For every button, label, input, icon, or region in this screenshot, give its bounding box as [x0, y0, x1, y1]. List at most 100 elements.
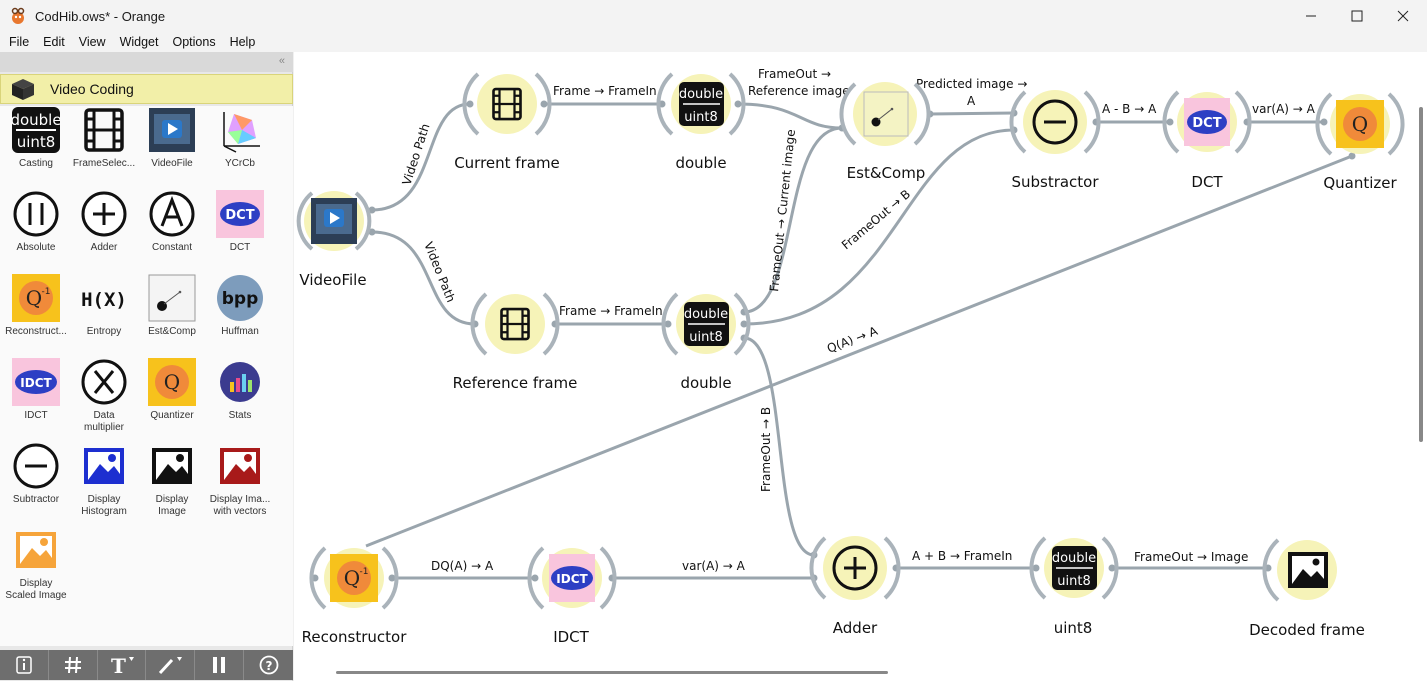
idct-icon: IDCT [12, 358, 60, 406]
icon-text: IDCT [556, 572, 588, 586]
node-dct[interactable]: DCT DCT [1162, 90, 1252, 191]
link-double-adder[interactable] [743, 336, 815, 557]
widget-display-scaled[interactable]: Display Scaled Image [2, 526, 70, 602]
minus-icon [13, 443, 59, 489]
widget-huffman[interactable]: bpp Huffman [206, 274, 274, 338]
widget-entropy[interactable]: H(X) Entropy [70, 274, 138, 338]
node-title: Substractor [1011, 173, 1099, 191]
widget-estcomp[interactable]: Est&Comp [138, 274, 206, 338]
node-quantizer[interactable]: Q Quantizer [1315, 92, 1405, 192]
menu-options[interactable]: Options [172, 35, 215, 49]
widget-casting[interactable]: double uint8 Casting [2, 106, 70, 170]
display-histogram-icon [84, 448, 124, 484]
maximize-button[interactable] [1334, 0, 1380, 32]
widget-display-image[interactable]: Display Image [138, 442, 206, 518]
grid-button[interactable] [49, 650, 98, 680]
node-double-top[interactable]: double uint8 double [656, 72, 746, 172]
widget-label: Absolute [16, 242, 56, 253]
link-double-estcomp-reference[interactable] [737, 102, 843, 130]
menu-view[interactable]: View [79, 35, 106, 49]
widget-quantizer[interactable]: Q Quantizer [138, 358, 206, 422]
double-uint8-icon: double uint8 [12, 107, 60, 153]
widget-stats[interactable]: Stats [206, 358, 274, 422]
link-label: A [967, 94, 976, 108]
display-image-icon [152, 448, 192, 484]
pause-icon [213, 657, 226, 673]
svg-text:uint8: uint8 [17, 133, 56, 151]
link-estcomp-substractor[interactable] [929, 111, 1015, 116]
text-annotation-button[interactable]: T [98, 650, 147, 680]
svg-text:H(X): H(X) [81, 289, 127, 311]
link-label: Reference image [748, 84, 850, 98]
node-decoded-frame[interactable]: Decoded frame [1249, 538, 1365, 639]
node-videofile[interactable]: VideoFile [296, 191, 372, 289]
node-title: double [680, 374, 731, 392]
node-current-frame[interactable]: Current frame [454, 72, 560, 172]
pause-button[interactable] [195, 650, 245, 680]
node-adder[interactable]: Adder [809, 536, 901, 637]
widget-label: Reconstruct... [5, 326, 67, 337]
widget-subtractor[interactable]: Subtractor [2, 442, 70, 506]
minimize-button[interactable] [1288, 0, 1334, 32]
node-double-bottom[interactable]: double uint8 double [661, 292, 751, 392]
category-header[interactable]: Video Coding [0, 74, 293, 104]
node-uint8[interactable]: double uint8 uint8 [1029, 536, 1119, 637]
widget-label: Display Histogram [81, 494, 127, 517]
vertical-scrollbar[interactable] [1419, 107, 1423, 442]
workflow-canvas[interactable]: Video Path Video Path Frame → FrameIn Fr… [294, 52, 1427, 681]
widget-label: Data multiplier [83, 410, 124, 433]
collapse-icon[interactable]: « [279, 55, 285, 67]
canvas-toolbar: T ? [0, 650, 293, 680]
link-label: A - B → A [1102, 102, 1157, 116]
reconstructor-icon: Q -1 [330, 554, 378, 602]
widget-absolute[interactable]: Absolute [2, 190, 70, 254]
widget-dct[interactable]: DCT DCT [206, 190, 274, 254]
widget-display-vectors[interactable]: Display Ima... with vectors [206, 442, 274, 518]
icon-text: Q [344, 566, 360, 590]
double-uint8-icon: double uint8 [679, 82, 724, 126]
widget-ycrcb[interactable]: YCrCb [206, 106, 274, 170]
orange-app-icon [11, 7, 25, 24]
node-title: Reconstructor [302, 628, 408, 646]
node-title: Reference frame [453, 374, 578, 392]
widget-display-histogram[interactable]: Display Histogram [70, 442, 138, 518]
text-annotation-icon: T [111, 654, 134, 676]
widget-idct[interactable]: IDCT IDCT [2, 358, 70, 422]
display-vectors-icon [220, 448, 260, 484]
widget-label: Est&Comp [148, 326, 196, 337]
node-estcomp[interactable]: Est&Comp [839, 82, 931, 182]
display-scaled-icon [16, 532, 56, 568]
widget-constant[interactable]: Constant [138, 190, 206, 254]
cube-icon [12, 79, 34, 100]
close-button[interactable] [1380, 0, 1426, 32]
plus-icon [832, 545, 878, 591]
widget-data-multiplier[interactable]: Data multiplier [70, 358, 138, 434]
close-icon [1397, 10, 1409, 22]
double-uint8-icon: double uint8 [1052, 546, 1097, 590]
help-button[interactable]: ? [244, 650, 293, 680]
node-substractor[interactable]: Substractor [1009, 90, 1101, 191]
dct-icon: DCT [216, 190, 264, 238]
widget-videofile[interactable]: VideoFile [138, 106, 206, 170]
widget-label: Constant [151, 242, 193, 253]
menu-help[interactable]: Help [230, 35, 256, 49]
svg-text:?: ? [265, 659, 272, 673]
minimize-icon [1306, 15, 1316, 17]
multiply-icon [81, 359, 127, 405]
widget-label: Display Scaled Image [5, 578, 67, 601]
arrow-annotation-button[interactable] [146, 650, 196, 680]
menu-edit[interactable]: Edit [43, 35, 65, 49]
info-button[interactable] [0, 650, 49, 680]
menu-file[interactable]: File [9, 35, 29, 49]
widget-frameselector[interactable]: FrameSelec... [70, 106, 138, 170]
absolute-icon [13, 191, 59, 237]
menu-widget[interactable]: Widget [120, 35, 159, 49]
widget-adder[interactable]: Adder [70, 190, 138, 254]
widget-reconstructor[interactable]: Q -1 Reconstruct... [2, 274, 70, 338]
film-icon [84, 108, 124, 152]
node-reconstructor[interactable]: Q -1 Reconstructor [302, 546, 408, 646]
node-title: Est&Comp [847, 164, 926, 182]
widget-label: Display Image [155, 494, 189, 517]
node-idct[interactable]: IDCT IDCT [527, 546, 617, 646]
horizontal-scrollbar[interactable] [336, 671, 888, 674]
